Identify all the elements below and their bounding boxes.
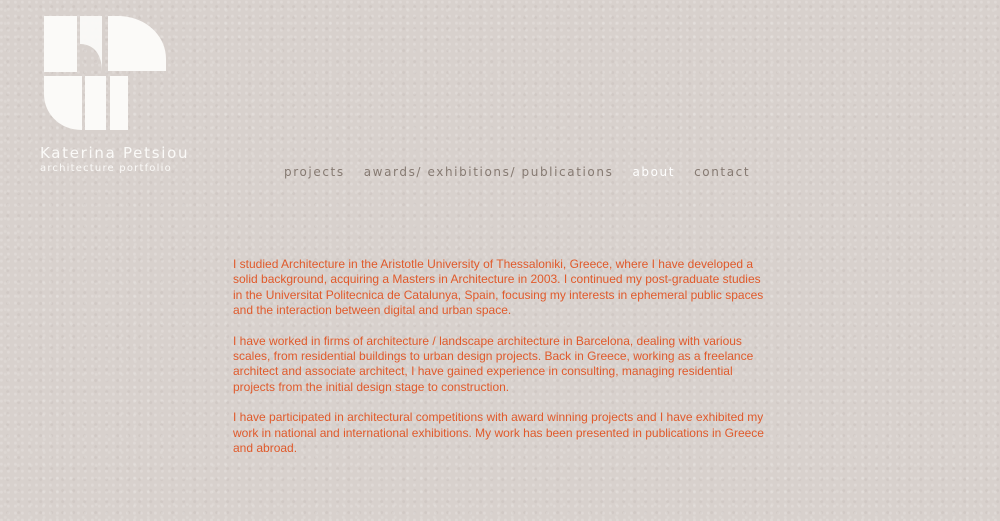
about-paragraph-2: I have worked in firms of architecture /… [233, 333, 754, 394]
main-nav: projects awards/ exhibitions/ publicatio… [284, 162, 750, 182]
nav-item-awards-exhibitions-publications[interactable]: awards/ exhibitions/ publications [364, 165, 614, 179]
site-subtitle: architecture portfolio [40, 163, 172, 174]
about-paragraph-1: I studied Architecture in the Aristotle … [233, 257, 764, 318]
kp-monogram-icon [44, 16, 166, 130]
nav-item-about[interactable]: about [632, 165, 675, 179]
site-logo[interactable]: Katerina Petsiou architecture portfolio [38, 14, 187, 180]
about-paragraph-3: I have participated in architectural com… [233, 410, 764, 456]
about-content: I studied Architecture in the Aristotle … [233, 257, 773, 471]
nav-item-projects[interactable]: projects [284, 165, 345, 179]
nav-item-contact[interactable]: contact [694, 165, 750, 179]
site-name: Katerina Petsiou [40, 144, 190, 162]
